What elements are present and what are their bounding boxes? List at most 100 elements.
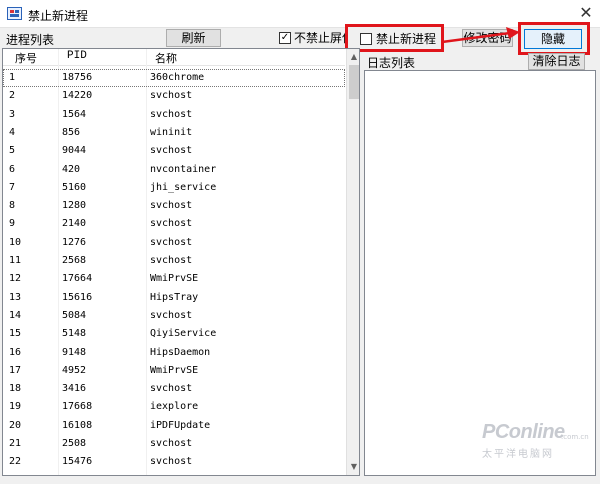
row-name: svchost [150,383,193,395]
row-name: HipsDaemon [150,346,211,358]
process-table[interactable]: 序号 PID 名称 1 18756 360chrome 2 14220 svchost 3 1… [2,48,360,476]
table-row[interactable]: 11 2568 svchost [3,252,345,270]
block-new-process-checkbox[interactable] [360,32,372,45]
row-seq: 19 [9,401,22,413]
row-seq: 7 [9,181,16,193]
table-row[interactable]: 9 2140 svchost [3,215,345,233]
row-pid: 3416 [62,383,87,395]
process-list-label: 进程列表 [6,33,55,47]
table-row[interactable]: 8 1280 svchost [3,197,345,215]
block-screensaver-checkbox[interactable]: ✓ [279,31,291,44]
table-row[interactable]: 17 4952 WmiPrvSE [3,362,345,380]
row-pid: 15616 [62,291,93,303]
hide-button[interactable]: 隐藏 [524,29,582,49]
table-row[interactable]: 4 856 wininit [3,124,345,142]
scroll-up-icon[interactable]: ▲ [348,51,359,63]
log-list[interactable] [364,70,596,476]
row-name: iPDFUpdate [150,419,211,431]
row-seq: 11 [9,255,22,266]
watermark-subtitle: 太平洋电脑网 [482,449,554,460]
row-pid: 17668 [62,401,93,413]
window-title: 禁止新进程 [28,9,89,23]
row-seq: 9 [9,218,16,230]
row-seq: 17 [9,364,22,376]
clear-log-button[interactable]: 清除日志 [528,53,585,70]
row-pid: 18756 [62,72,93,83]
table-row[interactable]: 12 17664 WmiPrvSE [3,270,345,288]
row-name: nvcontainer [150,163,217,175]
table-row[interactable]: 15 5148 QiyiService [3,325,345,343]
row-pid: 420 [62,163,81,175]
row-pid: 5160 [62,181,87,193]
row-pid: 16108 [62,419,93,431]
table-row[interactable]: 22 15476 svchost [3,453,345,471]
table-row[interactable]: 5 9044 svchost [3,142,345,160]
block-screensaver-option[interactable]: ✓ 不禁止屏保 [279,29,354,47]
row-seq: 12 [9,273,22,285]
row-name: svchost [150,145,193,157]
refresh-button[interactable]: 刷新 [166,29,221,47]
table-row[interactable]: 20 16108 iPDFUpdate [3,417,345,435]
table-row[interactable]: 18 3416 svchost [3,380,345,398]
app-window-icon [7,7,22,20]
block-new-process-option[interactable]: 禁止新进程 [360,30,436,47]
table-row[interactable]: 1 18756 360chrome [3,69,345,87]
table-row[interactable]: 19 17668 iexplore [3,398,345,416]
row-name: WmiPrvSE [150,364,199,376]
close-icon[interactable]: ✕ [576,3,596,23]
table-row[interactable]: 14 5084 svchost [3,307,345,325]
row-seq: 18 [9,383,22,395]
row-seq: 16 [9,346,22,358]
row-pid: 14220 [62,90,93,102]
process-table-header: 序号 PID 名称 [3,49,345,66]
row-seq: 15 [9,328,22,340]
row-pid: 15476 [62,456,93,468]
row-pid: 4952 [62,364,87,376]
row-pid: 9148 [62,346,87,358]
table-row[interactable]: 10 1276 svchost [3,234,345,252]
row-name: svchost [150,456,193,468]
row-seq: 20 [9,419,22,431]
row-name: wininit [150,126,193,138]
row-name: HipsTray [150,291,199,303]
row-seq: 13 [9,291,22,303]
row-pid: 5084 [62,309,87,321]
row-seq: 1 [9,72,16,83]
column-header-seq[interactable]: 序号 [15,50,37,66]
scroll-down-icon[interactable]: ▼ [348,461,359,473]
row-name: jhi_service [150,181,217,193]
table-row[interactable]: 3 1564 svchost [3,106,345,124]
row-seq: 22 [9,456,22,468]
table-row[interactable]: 13 15616 HipsTray [3,289,345,307]
process-table-scrollbar[interactable]: ▲ ▼ [346,49,359,475]
row-pid: 1276 [62,236,87,248]
row-name: svchost [150,200,193,212]
row-pid: 1564 [62,108,87,120]
column-header-pid[interactable]: PID [67,50,87,62]
table-row[interactable]: 21 2508 svchost [3,435,345,453]
row-seq: 2 [9,90,16,102]
row-name: svchost [150,438,193,449]
row-name: 360chrome [150,72,205,83]
row-seq: 8 [9,200,16,212]
scroll-thumb[interactable] [349,65,359,99]
red-arrow-annotation [441,27,520,44]
row-name: svchost [150,218,193,230]
row-name: svchost [150,108,193,120]
table-row[interactable]: 2 14220 svchost [3,87,345,105]
table-row[interactable]: 7 5160 jhi_service [3,179,345,197]
row-seq: 10 [9,236,22,248]
row-seq: 14 [9,309,22,321]
row-name: svchost [150,236,193,248]
row-pid: 856 [62,126,81,138]
row-pid: 5148 [62,328,87,340]
row-pid: 17664 [62,273,93,285]
row-pid: 2508 [62,438,87,449]
log-list-label: 日志列表 [367,56,416,70]
row-seq: 5 [9,145,16,157]
table-row[interactable]: 6 420 nvcontainer [3,161,345,179]
row-seq: 6 [9,163,16,175]
row-name: svchost [150,255,193,266]
column-header-name[interactable]: 名称 [155,50,177,66]
table-row[interactable]: 16 9148 HipsDaemon [3,344,345,362]
